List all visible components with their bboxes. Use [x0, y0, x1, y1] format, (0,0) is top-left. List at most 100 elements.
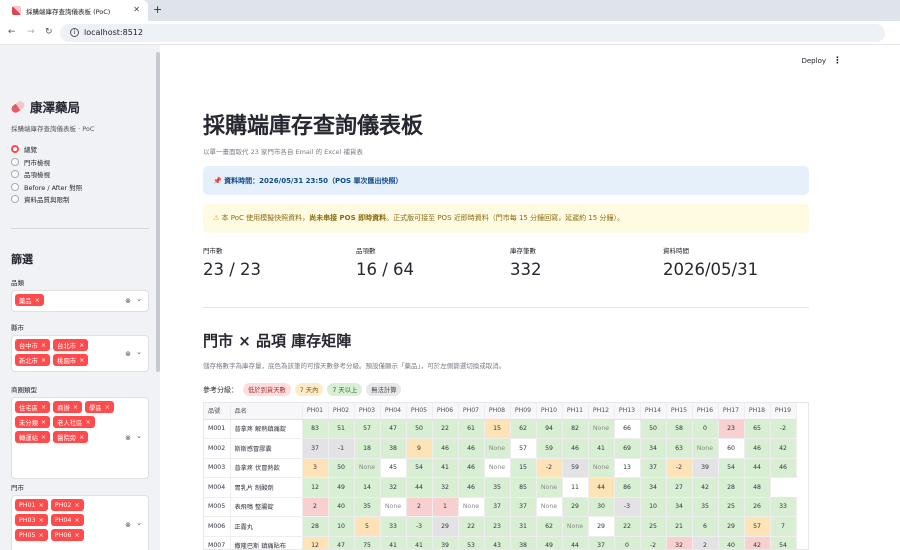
filter-chip[interactable]: PH03 ×: [15, 514, 48, 526]
back-icon[interactable]: ←: [8, 27, 16, 37]
clear-all-icon[interactable]: ⊗: [125, 297, 131, 305]
stock-cell: None: [588, 419, 615, 439]
column-header[interactable]: 品號: [204, 403, 231, 420]
chevron-down-icon[interactable]: ⌄: [136, 519, 142, 527]
column-header[interactable]: PH13: [614, 403, 641, 420]
close-tab-icon[interactable]: ✕: [133, 5, 140, 14]
clear-all-icon[interactable]: ⊗: [125, 350, 131, 358]
filter-chip[interactable]: 老人社區 ×: [53, 416, 95, 428]
column-header[interactable]: PH02: [328, 403, 355, 420]
chip-remove-icon[interactable]: ×: [79, 434, 84, 441]
stock-cell: 41: [432, 458, 459, 478]
chip-remove-icon[interactable]: ×: [41, 342, 46, 349]
column-header[interactable]: PH16: [692, 403, 719, 420]
nav-radio-3[interactable]: Before / After 對照: [11, 182, 82, 192]
filter-chip[interactable]: 住宅區 ×: [15, 401, 51, 413]
nav-radio-1[interactable]: 門市檢視: [11, 157, 50, 167]
column-header[interactable]: 品名: [230, 403, 303, 420]
forward-icon[interactable]: →: [27, 27, 35, 37]
legend-item: 低於到貨天數: [243, 383, 291, 396]
chip-remove-icon[interactable]: ×: [41, 419, 46, 426]
column-header[interactable]: PH05: [406, 403, 433, 420]
filter-chip[interactable]: PH05 ×: [15, 529, 48, 541]
filter-chip[interactable]: 未分類 ×: [15, 416, 51, 428]
filter-multiselect[interactable]: 台中市 × 台北市 × 新北市 × 桃園市 × ⊗ ⌄: [11, 335, 149, 372]
stock-matrix-table[interactable]: 品號 品名 PH01 PH02 PH03 PH04 PH05 PH06 PH07 PH08 PH09…: [203, 402, 809, 550]
filter-chip[interactable]: 醫院旁 ×: [53, 431, 89, 443]
matrix-caption: 儲存格數字為庫存量，底色為該筆的可撐天數參考分級。預設僅顯示「藥品」，可於左側篩…: [203, 362, 506, 370]
metric-value: 16 / 64: [356, 260, 415, 279]
reload-icon[interactable]: ↻: [45, 27, 53, 37]
metric-items: 品項數 16 / 64: [356, 245, 414, 279]
chip-remove-icon[interactable]: ×: [41, 434, 46, 441]
filter-multiselect[interactable]: 住宅區 × 商辦 × 學區 × 未分類 × 老人社區 × 轉運站 × 醫院旁 × ⊗ ⌄: [11, 397, 149, 479]
column-header[interactable]: PH06: [432, 403, 459, 420]
filter-chip[interactable]: PH01 ×: [15, 499, 48, 511]
chip-remove-icon[interactable]: ×: [74, 517, 79, 524]
chip-remove-icon[interactable]: ×: [41, 357, 46, 364]
filter-chip[interactable]: 新北市 ×: [15, 354, 51, 366]
chevron-down-icon[interactable]: ⌄: [136, 432, 142, 440]
item-name-cell: 普拿疼 伏冒熱飲: [230, 458, 303, 478]
chip-remove-icon[interactable]: ×: [79, 342, 84, 349]
chip-remove-icon[interactable]: ×: [85, 419, 90, 426]
column-header[interactable]: PH03: [354, 403, 381, 420]
chip-remove-icon[interactable]: ×: [79, 357, 84, 364]
column-header[interactable]: PH15: [666, 403, 693, 420]
stock-cell: 38: [380, 438, 407, 459]
chip-remove-icon[interactable]: ×: [35, 297, 40, 304]
clear-all-icon[interactable]: ⊗: [125, 434, 131, 442]
filter-chip[interactable]: PH04 ×: [50, 514, 84, 526]
nav-radio-4[interactable]: 資料品質與限制: [11, 194, 70, 204]
chip-remove-icon[interactable]: ×: [73, 404, 78, 411]
column-header[interactable]: PH14: [640, 403, 667, 420]
chip-remove-icon[interactable]: ×: [41, 404, 46, 411]
column-header[interactable]: PH01: [302, 403, 329, 420]
column-header[interactable]: PH07: [458, 403, 485, 420]
column-header[interactable]: PH04: [380, 403, 407, 420]
filter-chip[interactable]: 台中市 ×: [15, 339, 51, 351]
stock-cell: 57: [510, 438, 537, 459]
deploy-button[interactable]: Deploy: [801, 57, 826, 65]
radio-dot-icon: [11, 195, 19, 203]
pill-icon: [9, 99, 27, 114]
item-id-cell: M001: [204, 419, 231, 439]
new-tab-icon[interactable]: +: [153, 3, 162, 16]
column-header[interactable]: PH19: [770, 403, 797, 420]
stock-cell: 38: [510, 536, 537, 549]
column-header[interactable]: PH17: [718, 403, 745, 420]
filter-chip[interactable]: 藥品 ×: [15, 294, 44, 306]
chip-remove-icon[interactable]: ×: [74, 502, 79, 509]
chip-remove-icon[interactable]: ×: [39, 502, 44, 509]
stock-cell: -2: [536, 458, 563, 478]
chevron-down-icon[interactable]: ⌄: [136, 295, 142, 303]
column-header[interactable]: PH09: [510, 403, 537, 420]
filter-chip[interactable]: 轉運站 ×: [15, 431, 51, 443]
nav-radio-0[interactable]: 總覽: [11, 144, 37, 154]
chip-remove-icon[interactable]: ×: [105, 404, 110, 411]
filter-chip[interactable]: PH06 ×: [50, 529, 84, 541]
filter-chip[interactable]: 桃園市 ×: [53, 354, 89, 366]
browser-tab[interactable]: 採購端庫存查詢儀表板 (PoC) ✕: [0, 0, 148, 21]
url-field[interactable]: i localhost:8512: [60, 24, 885, 42]
filter-multiselect[interactable]: 藥品 × ⊗ ⌄: [11, 290, 149, 312]
chip-remove-icon[interactable]: ×: [39, 532, 44, 539]
filter-chip[interactable]: 商辦 ×: [53, 401, 83, 413]
nav-radio-2[interactable]: 品項檢視: [11, 169, 50, 179]
filter-chip[interactable]: PH02 ×: [50, 499, 84, 511]
clear-all-icon[interactable]: ⊗: [125, 521, 131, 529]
column-header[interactable]: PH08: [484, 403, 511, 420]
chevron-down-icon[interactable]: ⌄: [136, 348, 142, 356]
chip-remove-icon[interactable]: ×: [74, 532, 79, 539]
column-header[interactable]: PH10: [536, 403, 563, 420]
filter-chip[interactable]: 台北市 ×: [53, 339, 89, 351]
site-info-icon[interactable]: i: [70, 28, 79, 37]
column-header[interactable]: PH18: [744, 403, 771, 420]
filter-multiselect[interactable]: PH01 × PH02 × PH03 × PH04 × PH05 × PH06 × ⊗ ⌄: [11, 495, 149, 550]
column-header[interactable]: PH12: [588, 403, 615, 420]
filter-chip[interactable]: 學區 ×: [85, 401, 114, 413]
main-menu-icon[interactable]: ⋮: [833, 56, 842, 66]
chip-remove-icon[interactable]: ×: [39, 517, 44, 524]
stock-cell: 25: [640, 516, 667, 537]
column-header[interactable]: PH11: [562, 403, 589, 420]
